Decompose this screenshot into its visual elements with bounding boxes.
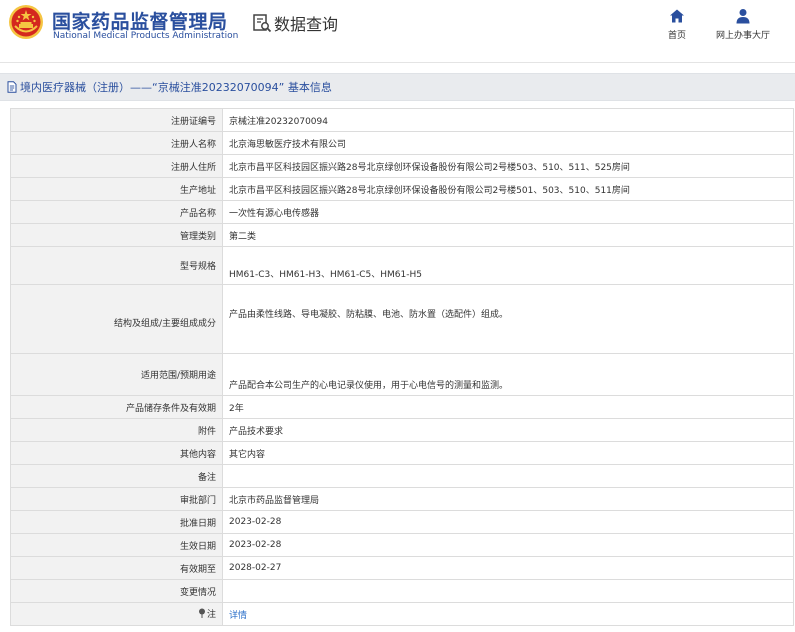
field-value: 2年 [222, 395, 794, 419]
table-row-storage-validity: 产品储存条件及有效期 2年 [10, 395, 794, 419]
field-label: 结构及组成/主要组成成分 [10, 284, 223, 354]
field-value: 2023-02-28 [222, 533, 794, 557]
field-label: 产品储存条件及有效期 [10, 395, 223, 419]
record-title: 境内医疗器械（注册）——“京械注准20232070094” 基本信息 [20, 81, 332, 94]
user-icon [736, 9, 750, 24]
field-label: 批准日期 [10, 510, 223, 534]
field-value: 详情 [222, 602, 794, 626]
field-value [222, 579, 794, 603]
note-label: 注 [206, 609, 216, 620]
table-row-attachment: 附件 产品技术要求 [10, 418, 794, 442]
org-name-en: National Medical Products Administration [53, 31, 239, 41]
table-row-approval-department: 审批部门 北京市药品监督管理局 [10, 487, 794, 511]
field-value: 其它内容 [222, 441, 794, 465]
device-info-table: 注册证编号 京械注准20232070094 注册人名称 北京海思敏医疗技术有限公… [10, 108, 794, 626]
nav-online-hall-link[interactable]: 网上办事大厅 [710, 8, 776, 41]
field-label: 变更情况 [10, 579, 223, 603]
record-title-bar: 境内医疗器械（注册）——“京械注准20232070094” 基本信息 [0, 73, 795, 101]
nav-online-hall-label: 网上办事大厅 [715, 31, 770, 41]
field-label: 备注 [10, 464, 223, 488]
table-row-registrant-address: 注册人住所 北京市昌平区科技园区振兴路28号北京绿创环保设备股份有限公司2号楼5… [10, 154, 794, 178]
home-icon [670, 9, 684, 23]
data-query-heading: 数据查询 [252, 12, 338, 34]
field-label: 注册人住所 [10, 154, 223, 178]
table-row-note: 注 详情 [10, 602, 794, 626]
field-value: 北京市药品监督管理局 [222, 487, 794, 511]
table-row-approval-date: 批准日期 2023-02-28 [10, 510, 794, 534]
table-row-structure-composition: 结构及组成/主要组成成分 产品由柔性线路、导电凝胶、防粘膜、电池、防水置（选配件… [10, 284, 794, 354]
nav-home-link[interactable]: 首页 [662, 8, 692, 41]
table-row-production-address: 生产地址 北京市昌平区科技园区振兴路28号北京绿创环保设备股份有限公司2号楼50… [10, 177, 794, 201]
field-value: 一次性有源心电传感器 [222, 200, 794, 224]
table-row-valid-until: 有效期至 2028-02-27 [10, 556, 794, 580]
table-row-registrant-name: 注册人名称 北京海思敏医疗技术有限公司 [10, 131, 794, 155]
table-row-effective-date: 生效日期 2023-02-28 [10, 533, 794, 557]
national-emblem-icon [9, 5, 43, 39]
field-label: 注册证编号 [10, 108, 223, 132]
org-name-cn: 国家药品监督管理局 [52, 11, 228, 33]
field-label: 产品名称 [10, 200, 223, 224]
header-divider [0, 62, 795, 63]
field-value: 产品由柔性线路、导电凝胶、防粘膜、电池、防水置（选配件）组成。 [222, 284, 794, 354]
field-label: 审批部门 [10, 487, 223, 511]
field-label-note: 注 [10, 602, 223, 626]
field-label: 管理类别 [10, 223, 223, 247]
field-value: 2023-02-28 [222, 510, 794, 534]
field-value: 北京海思敏医疗技术有限公司 [222, 131, 794, 155]
field-value: 2028-02-27 [222, 556, 794, 580]
field-label: 附件 [10, 418, 223, 442]
nav-home-label: 首页 [667, 31, 686, 41]
field-value: HM61-C3、HM61-H3、HM61-C5、HM61-H5 [222, 246, 794, 285]
field-value: 第二类 [222, 223, 794, 247]
table-row-intended-use: 适用范围/预期用途 产品配合本公司生产的心电记录仪使用，用于心电信号的测量和监测… [10, 353, 794, 396]
field-label: 注册人名称 [10, 131, 223, 155]
table-row-model-spec: 型号规格 HM61-C3、HM61-H3、HM61-C5、HM61-H5 [10, 246, 794, 285]
document-icon [7, 81, 17, 93]
field-value: 京械注准20232070094 [222, 108, 794, 132]
pin-icon [198, 608, 205, 619]
field-label: 有效期至 [10, 556, 223, 580]
field-label: 适用范围/预期用途 [10, 353, 223, 396]
query-title: 数据查询 [274, 15, 339, 34]
field-label: 生产地址 [10, 177, 223, 201]
field-value: 北京市昌平区科技园区振兴路28号北京绿创环保设备股份有限公司2号楼503、510… [222, 154, 794, 178]
field-value: 产品配合本公司生产的心电记录仪使用，用于心电信号的测量和监测。 [222, 353, 794, 396]
field-label: 其他内容 [10, 441, 223, 465]
table-row-management-category: 管理类别 第二类 [10, 223, 794, 247]
field-label: 型号规格 [10, 246, 223, 285]
site-header: 国家药品监督管理局 National Medical Products Admi… [0, 0, 795, 52]
table-row-product-name: 产品名称 一次性有源心电传感器 [10, 200, 794, 224]
field-label: 生效日期 [10, 533, 223, 557]
table-row-change-history: 变更情况 [10, 579, 794, 603]
table-row-remarks: 备注 [10, 464, 794, 488]
document-search-icon [253, 14, 272, 33]
field-value: 产品技术要求 [222, 418, 794, 442]
details-link[interactable]: 详情 [229, 611, 247, 621]
field-value: 北京市昌平区科技园区振兴路28号北京绿创环保设备股份有限公司2号楼501、503… [222, 177, 794, 201]
table-row-other-content: 其他内容 其它内容 [10, 441, 794, 465]
table-row-registration-number: 注册证编号 京械注准20232070094 [10, 108, 794, 132]
field-value [222, 464, 794, 488]
note-label-wrap: 注 [198, 607, 216, 620]
